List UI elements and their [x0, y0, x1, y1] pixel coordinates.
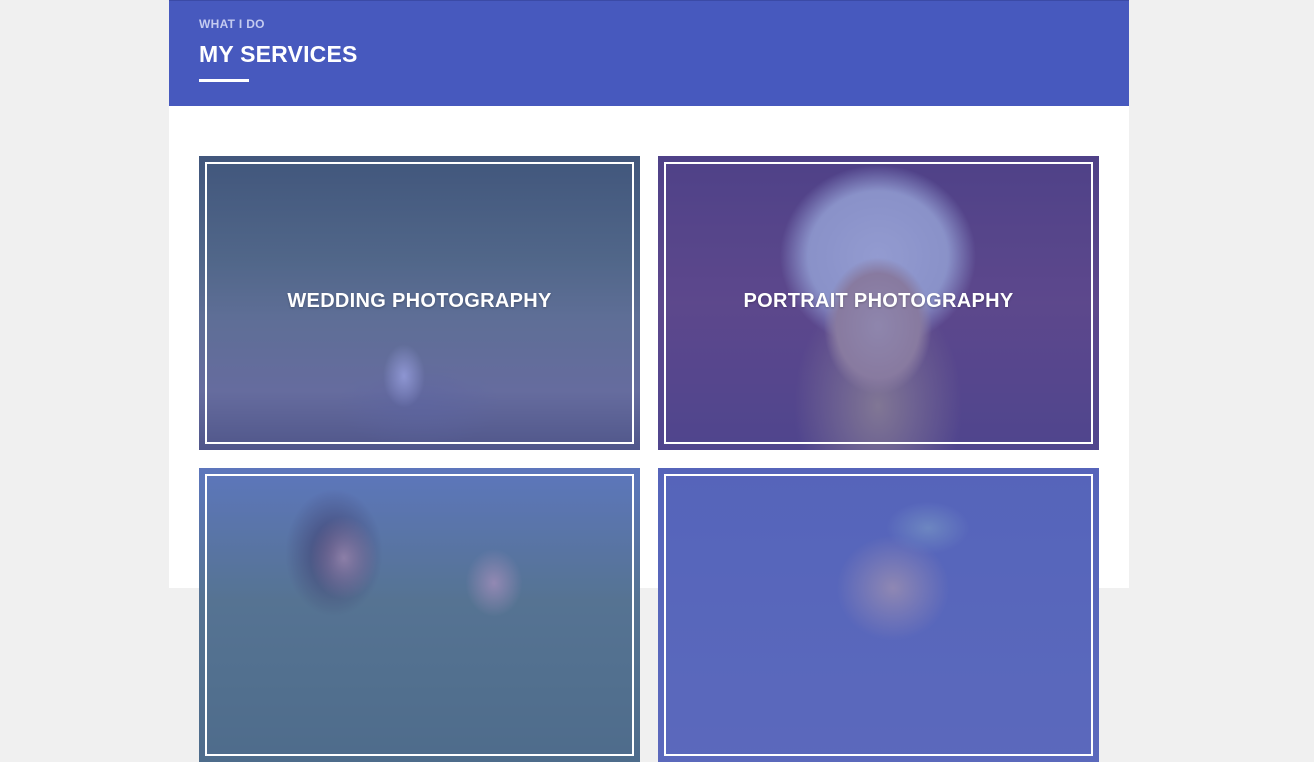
service-card-family[interactable] — [199, 468, 640, 762]
service-label: PORTRAIT PHOTOGRAPHY — [743, 290, 1014, 312]
service-card-baby[interactable] — [658, 468, 1099, 762]
page-container: WHAT I DO MY SERVICES WEDDING PHOTOGRAPH… — [169, 0, 1129, 762]
service-card-wedding[interactable]: WEDDING PHOTOGRAPHY — [199, 156, 640, 450]
card-frame — [205, 474, 634, 756]
service-label: WEDDING PHOTOGRAPHY — [287, 290, 552, 312]
page-title: MY SERVICES — [199, 41, 358, 67]
title-underline — [199, 79, 249, 82]
section-eyebrow: WHAT I DO — [199, 17, 265, 31]
card-frame — [664, 474, 1093, 756]
services-header: WHAT I DO MY SERVICES — [169, 0, 1129, 106]
service-card-portrait[interactable]: PORTRAIT PHOTOGRAPHY — [658, 156, 1099, 450]
